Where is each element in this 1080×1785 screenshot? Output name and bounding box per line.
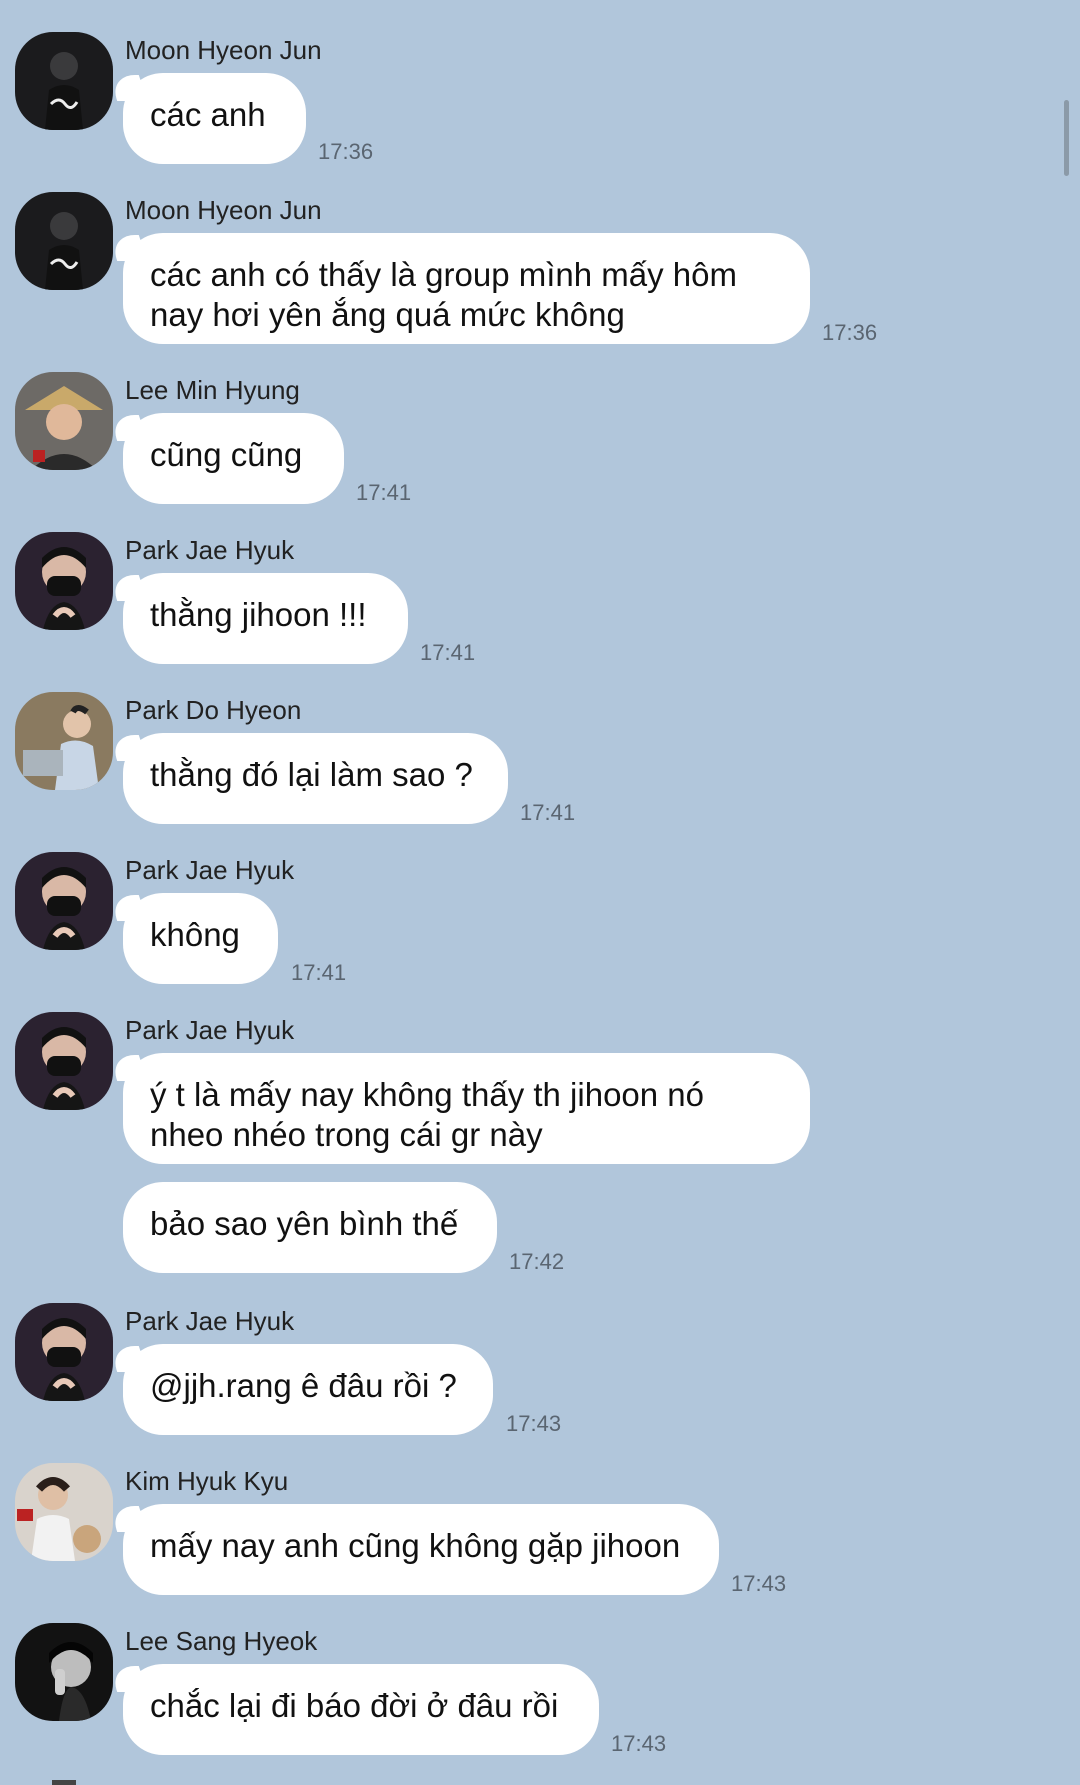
message-time: 17:41 bbox=[291, 960, 347, 985]
sender-name: Lee Min Hyung bbox=[125, 375, 300, 405]
message-text: nay hơi yên ắng quá mức không bbox=[150, 296, 625, 333]
avatar-park-jae-hyuk[interactable] bbox=[15, 1012, 113, 1110]
avatar-park-jae-hyuk[interactable] bbox=[15, 1303, 113, 1401]
message-time: 17:43 bbox=[731, 1571, 787, 1596]
sender-name: Park Jae Hyuk bbox=[125, 855, 295, 885]
message-bubble[interactable]: thằng đó lại làm sao ? bbox=[123, 733, 508, 824]
message-text: cũng cũng bbox=[150, 436, 303, 473]
sender-name: Park Jae Hyuk bbox=[125, 1306, 295, 1336]
message-text: các anh bbox=[150, 96, 266, 133]
sender-name: Lee Sang Hyeok bbox=[125, 1626, 318, 1656]
sender-name: Moon Hyeon Jun bbox=[125, 195, 322, 225]
message-time: 17:41 bbox=[520, 800, 576, 825]
sender-name: Park Jae Hyuk bbox=[125, 1015, 295, 1045]
chat-message-list[interactable]: Moon Hyeon Jun các anh 17:36 Moon Hyeon … bbox=[0, 0, 1080, 1785]
avatar-park-jae-hyuk[interactable] bbox=[15, 532, 113, 630]
message-bubble[interactable]: các anh bbox=[123, 73, 306, 164]
message-time: 17:41 bbox=[420, 640, 476, 665]
message-time: 17:36 bbox=[318, 139, 374, 164]
message-bubble[interactable]: chắc lại đi báo đời ở đâu rồi bbox=[123, 1664, 599, 1755]
message-bubble[interactable]: không bbox=[123, 893, 278, 984]
message-bubble[interactable]: các anh có thấy là group mình mấy hôm na… bbox=[123, 233, 810, 344]
message-bubble[interactable]: bảo sao yên bình thế bbox=[123, 1182, 497, 1273]
message-text: mấy nay anh cũng không gặp jihoon bbox=[150, 1527, 681, 1564]
message-bubble[interactable]: thằng jihoon !!! bbox=[123, 573, 408, 664]
message-time: 17:42 bbox=[509, 1249, 565, 1274]
message-text: các anh có thấy là group mình mấy hôm bbox=[150, 256, 737, 293]
message-text: chắc lại đi báo đời ở đâu rồi bbox=[150, 1687, 559, 1724]
sender-name: Park Jae Hyuk bbox=[125, 535, 295, 565]
message-text: thằng đó lại làm sao ? bbox=[150, 756, 473, 793]
message-text: thằng jihoon !!! bbox=[150, 596, 367, 633]
message-text: bảo sao yên bình thế bbox=[150, 1205, 459, 1242]
message-bubble[interactable]: @jjh.rang ê đâu rồi ? bbox=[123, 1344, 493, 1435]
message-time: 17:43 bbox=[611, 1731, 667, 1756]
avatar-lee-sang-hyeok[interactable] bbox=[15, 1623, 113, 1721]
avatar-moon-hyeon-jun[interactable] bbox=[15, 192, 113, 290]
avatar-park-jae-hyuk[interactable] bbox=[15, 852, 113, 950]
message-text: không bbox=[150, 916, 240, 953]
message-bubble[interactable]: ý t là mấy nay không thấy th jihoon nó n… bbox=[123, 1053, 810, 1164]
message-time: 17:36 bbox=[822, 320, 878, 345]
avatar-moon-hyeon-jun[interactable] bbox=[15, 32, 113, 130]
sender-name: Moon Hyeon Jun bbox=[125, 35, 322, 65]
avatar-lee-min-hyung[interactable] bbox=[15, 372, 113, 470]
next-avatar-partial bbox=[52, 1780, 76, 1785]
scrollbar-thumb[interactable] bbox=[1064, 100, 1069, 176]
message-text: ý t là mấy nay không thấy th jihoon nó bbox=[150, 1076, 705, 1113]
message-time: 17:43 bbox=[506, 1411, 562, 1436]
sender-name: Park Do Hyeon bbox=[125, 695, 302, 725]
message-time: 17:41 bbox=[356, 480, 412, 505]
message-text: nheo nhéo trong cái gr này bbox=[150, 1116, 543, 1153]
sender-name: Kim Hyuk Kyu bbox=[125, 1466, 289, 1496]
avatar-kim-hyuk-kyu[interactable] bbox=[15, 1463, 113, 1561]
message-text: @jjh.rang ê đâu rồi ? bbox=[150, 1367, 457, 1404]
avatar-park-do-hyeon[interactable] bbox=[15, 692, 113, 790]
message-bubble[interactable]: mấy nay anh cũng không gặp jihoon bbox=[123, 1504, 719, 1595]
message-bubble[interactable]: cũng cũng bbox=[123, 413, 344, 504]
